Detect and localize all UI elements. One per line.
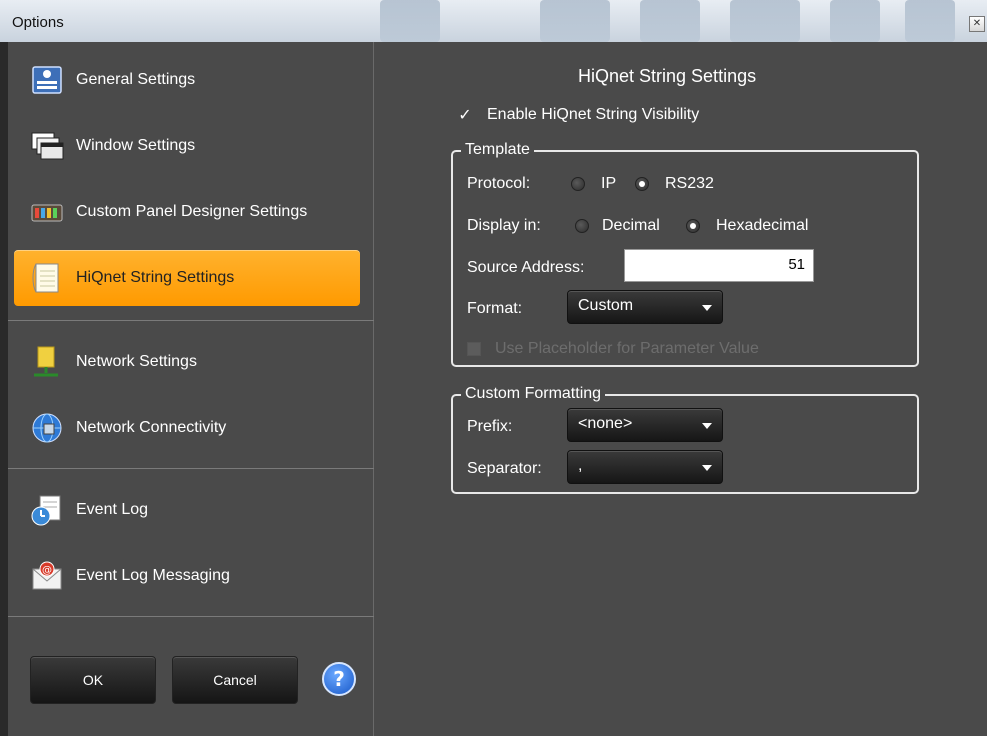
window-settings-icon xyxy=(31,132,64,160)
page-title: HiQnet String Settings xyxy=(578,66,757,86)
background-blur xyxy=(380,0,440,42)
chevron-down-icon xyxy=(702,305,712,311)
sidebar-item-label: Custom Panel Designer Settings xyxy=(76,203,308,220)
radio-label: RS232 xyxy=(665,175,714,192)
protocol-ip-radio[interactable] xyxy=(571,177,585,191)
sidebar-item-event-log[interactable]: Event Log xyxy=(14,482,360,538)
sidebar-divider xyxy=(8,320,374,321)
background-blur xyxy=(640,0,700,42)
sidebar-item-network-connectivity[interactable]: Network Connectivity xyxy=(14,400,360,456)
sidebar-item-label: Network Settings xyxy=(76,353,197,370)
window-title: Options xyxy=(12,14,64,31)
window-frame-edge xyxy=(0,42,8,736)
source-address-label: Source Address: xyxy=(467,259,585,276)
event-log-icon xyxy=(31,495,61,526)
prefix-dropdown[interactable]: <none> xyxy=(567,408,723,442)
placeholder-label: Use Placeholder for Parameter Value xyxy=(495,340,759,357)
sidebar-item-label: Network Connectivity xyxy=(76,419,227,436)
dropdown-value: <none> xyxy=(578,415,633,432)
ok-button[interactable]: OK xyxy=(30,656,156,704)
chevron-down-icon xyxy=(702,423,712,429)
format-label: Format: xyxy=(467,300,523,317)
display-in-label: Display in: xyxy=(467,217,541,234)
notepad-icon xyxy=(32,263,59,293)
sidebar-item-label: Window Settings xyxy=(76,137,196,154)
sidebar-item-event-log-messaging[interactable]: @ Event Log Messaging xyxy=(14,548,360,604)
display-decimal-radio[interactable] xyxy=(575,219,589,233)
title-bar: Options ✕ xyxy=(0,0,987,42)
email-icon: @ xyxy=(32,561,62,590)
background-blur xyxy=(730,0,800,42)
radio-label: Hexadecimal xyxy=(716,217,809,234)
help-icon[interactable]: ? xyxy=(322,662,356,696)
close-icon[interactable]: ✕ xyxy=(969,16,985,32)
sidebar-divider xyxy=(8,468,374,469)
enable-visibility-checkbox[interactable]: ✓ Enable HiQnet String Visibility xyxy=(457,106,699,124)
background-blur xyxy=(540,0,610,42)
check-icon: ✓ xyxy=(458,105,472,124)
radio-label: IP xyxy=(601,175,617,192)
sidebar-item-label: General Settings xyxy=(76,71,196,88)
svg-text:@: @ xyxy=(42,565,52,576)
separator-label: Separator: xyxy=(467,460,542,477)
radio-label: Decimal xyxy=(602,217,660,234)
group-legend: Template xyxy=(461,141,534,159)
panel-designer-icon xyxy=(31,204,63,222)
sidebar-item-custom-panel-designer[interactable]: Custom Panel Designer Settings xyxy=(14,184,360,240)
source-address-input[interactable]: 51 xyxy=(624,249,814,282)
checkbox-label: Enable HiQnet String Visibility xyxy=(487,106,700,123)
sidebar-item-label: Event Log xyxy=(76,501,149,518)
dropdown-value: Custom xyxy=(578,297,634,314)
sidebar-item-label: HiQnet String Settings xyxy=(76,269,235,286)
sidebar-divider xyxy=(8,616,374,617)
sidebar-item-window-settings[interactable]: Window Settings xyxy=(14,118,360,174)
display-hexadecimal-radio[interactable] xyxy=(686,219,700,233)
background-blur xyxy=(830,0,880,42)
sidebar-item-network-settings[interactable]: Network Settings xyxy=(14,334,360,390)
protocol-label: Protocol: xyxy=(467,175,531,192)
placeholder-checkbox[interactable] xyxy=(467,342,481,356)
general-settings-icon xyxy=(32,66,62,94)
group-legend: Custom Formatting xyxy=(461,385,606,403)
sidebar-item-label: Event Log Messaging xyxy=(76,567,230,584)
sidebar-item-hiqnet-string-settings[interactable]: HiQnet String Settings xyxy=(14,250,360,306)
protocol-rs232-radio[interactable] xyxy=(635,177,649,191)
format-dropdown[interactable]: Custom xyxy=(567,290,723,324)
network-settings-icon xyxy=(34,346,58,377)
sidebar-item-general-settings[interactable]: General Settings xyxy=(14,52,360,108)
separator-dropdown[interactable]: , xyxy=(567,450,723,484)
chevron-down-icon xyxy=(702,465,712,471)
background-blur xyxy=(905,0,955,42)
dropdown-value: , xyxy=(578,457,583,474)
cancel-button[interactable]: Cancel xyxy=(172,656,298,704)
network-connectivity-icon xyxy=(32,413,62,443)
prefix-label: Prefix: xyxy=(467,418,513,435)
